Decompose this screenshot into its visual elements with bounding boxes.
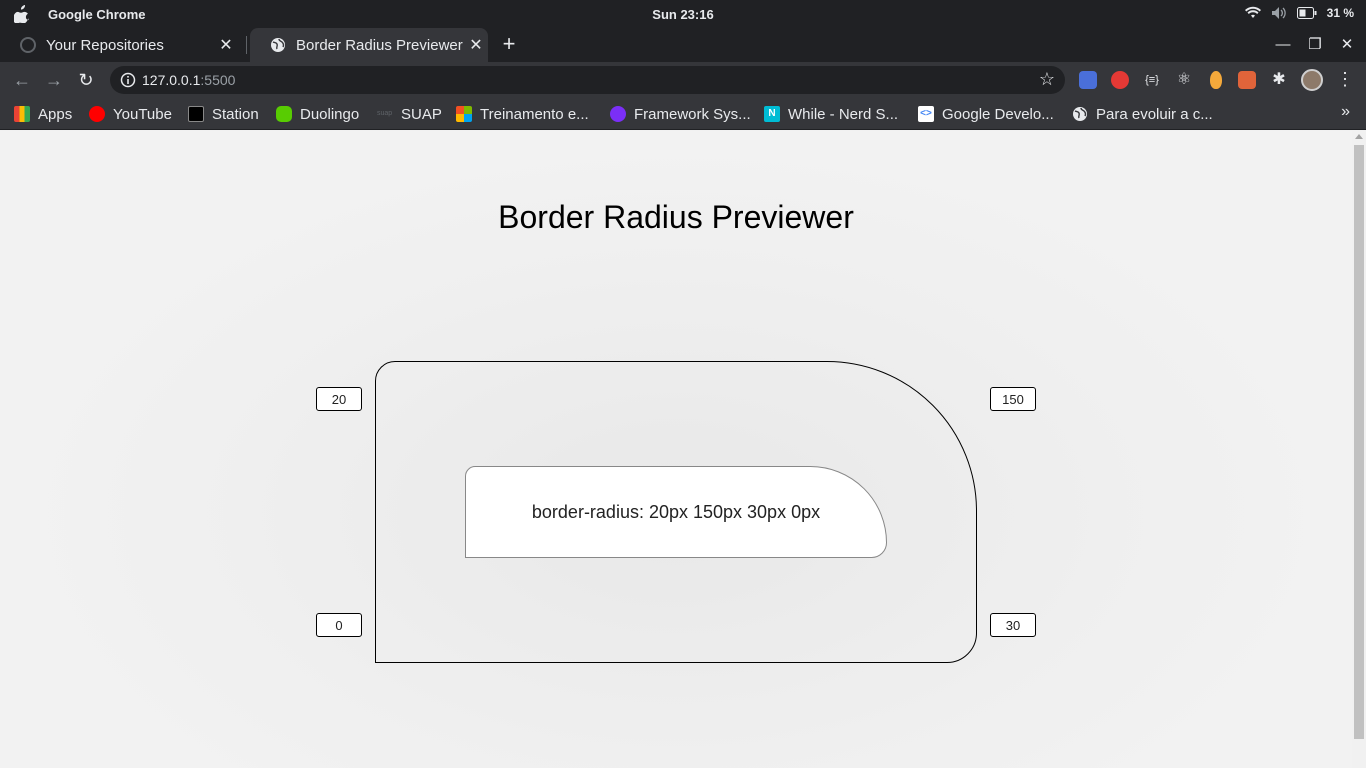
site-info-icon[interactable] xyxy=(120,72,136,88)
back-button[interactable]: ← xyxy=(11,69,33,91)
chrome-menu-icon[interactable]: ⋮ xyxy=(1336,68,1354,90)
css-output-text: border-radius: 20px 150px 30px 0px xyxy=(531,501,821,522)
google-translate-extension-icon[interactable] xyxy=(1079,71,1097,89)
scrollbar-thumb[interactable] xyxy=(1354,145,1364,739)
url-port: :5500 xyxy=(200,72,236,88)
notion-icon: N xyxy=(764,106,780,122)
bookmark-star-icon[interactable]: ☆ xyxy=(1039,69,1055,90)
browser-toolbar: ← → ↻ 127.0.0.1:5500 ☆ {≡} ⚛ ✱ ⋮ xyxy=(0,62,1366,98)
bookmark-label: Google Develo... xyxy=(942,105,1054,123)
close-icon[interactable]: ✕ xyxy=(214,35,238,55)
google-developers-icon: <> xyxy=(918,106,934,122)
os-menu-bar: Google Chrome Sun 23:16 31 % xyxy=(0,0,1366,28)
top-left-radius-input[interactable] xyxy=(316,387,362,411)
globe-icon xyxy=(1073,107,1087,121)
wifi-icon[interactable] xyxy=(1244,6,1261,20)
bookmark-label: Apps xyxy=(38,105,73,123)
json-formatter-extension-icon[interactable]: {≡} xyxy=(1143,71,1161,89)
bookmarks-bar: Apps YouTube Station Duolingo suap SUAP … xyxy=(0,98,1366,130)
tab-divider xyxy=(246,36,247,54)
close-icon[interactable]: ✕ xyxy=(464,35,488,55)
bottom-left-radius-input[interactable] xyxy=(316,613,362,637)
bookmark-treinamento[interactable]: Treinamento e... xyxy=(456,103,589,125)
volume-icon[interactable] xyxy=(1271,6,1287,20)
bookmark-label: YouTube xyxy=(113,105,172,123)
extensions-puzzle-icon[interactable]: ✱ xyxy=(1270,71,1288,89)
system-clock[interactable]: Sun 23:16 xyxy=(0,7,1366,22)
bookmark-apps[interactable]: Apps xyxy=(14,103,72,125)
bookmark-youtube[interactable]: YouTube xyxy=(89,103,172,125)
page-scrollbar[interactable] xyxy=(1352,131,1366,768)
github-icon xyxy=(20,37,36,53)
bookmark-para-evoluir[interactable]: Para evoluir a c... xyxy=(1072,103,1213,125)
bookmark-duolingo[interactable]: Duolingo xyxy=(276,103,359,125)
more-bookmarks-chevron-icon[interactable]: » xyxy=(1341,103,1350,121)
tab-strip: Your Repositories ✕ Border Radius Previe… xyxy=(0,28,1366,62)
duolingo-icon xyxy=(276,106,292,122)
css-output-box[interactable]: border-radius: 20px 150px 30px 0px xyxy=(465,466,887,558)
address-bar[interactable]: 127.0.0.1:5500 ☆ xyxy=(110,66,1065,94)
bookmark-suap[interactable]: suap SUAP xyxy=(377,103,442,125)
react-devtools-extension-icon[interactable]: ⚛ xyxy=(1175,71,1193,89)
restore-window-button[interactable]: ❐ xyxy=(1304,34,1326,56)
scroll-up-arrow-icon[interactable] xyxy=(1355,134,1363,139)
bottom-right-radius-input[interactable] xyxy=(990,613,1036,637)
bookmark-label: Framework Sys... xyxy=(634,105,751,123)
tab-title: Border Radius Previewer xyxy=(296,36,463,54)
station-icon xyxy=(188,106,204,122)
url-host: 127.0.0.1 xyxy=(142,72,201,88)
bookmark-while-nerd[interactable]: N While - Nerd S... xyxy=(764,103,898,125)
page-title: Border Radius Previewer xyxy=(498,199,854,235)
tab-border-radius-previewer[interactable]: Border Radius Previewer ✕ xyxy=(250,28,488,62)
page-viewport: Border Radius Previewer border-radius: 2… xyxy=(0,131,1352,768)
close-window-button[interactable]: ✕ xyxy=(1336,34,1358,56)
bookmark-google-developers[interactable]: <> Google Develo... xyxy=(918,103,1054,125)
battery-percentage: 31 % xyxy=(1326,6,1354,20)
tab-your-repositories[interactable]: Your Repositories ✕ xyxy=(0,28,238,62)
bookmark-label: Duolingo xyxy=(300,105,360,123)
bookmark-label: Station xyxy=(212,105,259,123)
calendar-extension-icon[interactable] xyxy=(1238,71,1256,89)
system-tray: 31 % xyxy=(1244,6,1354,20)
bookmark-framework-sys[interactable]: Framework Sys... xyxy=(610,103,751,125)
youtube-icon xyxy=(89,106,105,122)
tab-title: Your Repositories xyxy=(46,36,164,54)
profile-avatar[interactable] xyxy=(1301,69,1323,91)
minimize-window-button[interactable]: — xyxy=(1272,34,1294,56)
battery-icon[interactable] xyxy=(1296,7,1317,19)
apps-grid-icon xyxy=(14,106,30,122)
bookmark-label: Treinamento e... xyxy=(480,105,589,123)
globe-icon xyxy=(271,38,285,52)
microsoft-icon xyxy=(456,106,472,122)
honey-extension-icon[interactable] xyxy=(1210,71,1222,89)
chat-bubble-icon xyxy=(610,106,626,122)
bookmark-label: Para evoluir a c... xyxy=(1096,105,1213,123)
url-text[interactable]: 127.0.0.1:5500 xyxy=(142,72,235,88)
reload-button[interactable]: ↻ xyxy=(75,69,97,91)
forward-button[interactable]: → xyxy=(43,69,65,91)
new-tab-button[interactable]: + xyxy=(496,32,522,58)
bookmark-label: While - Nerd S... xyxy=(788,105,899,123)
bookmark-station[interactable]: Station xyxy=(188,103,259,125)
top-right-radius-input[interactable] xyxy=(990,387,1036,411)
stop-extension-icon[interactable] xyxy=(1111,71,1129,89)
bookmark-label: SUAP xyxy=(401,105,442,123)
suap-icon: suap xyxy=(377,110,393,117)
